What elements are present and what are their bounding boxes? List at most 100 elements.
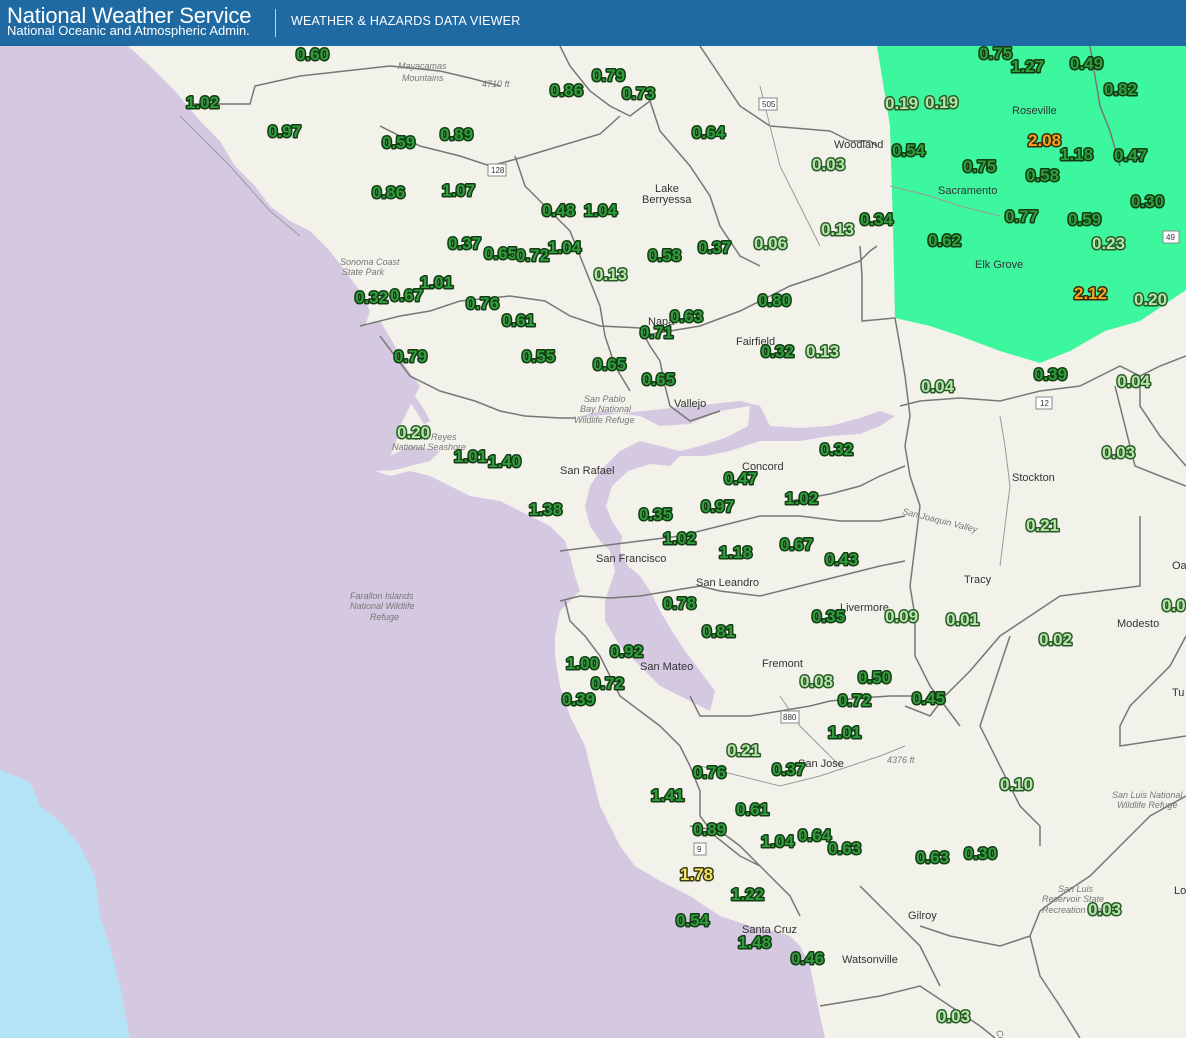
precip-value[interactable]: 0.49 bbox=[1069, 53, 1105, 75]
precip-value[interactable]: 0.79 bbox=[591, 65, 627, 87]
precip-value[interactable]: 0.72 bbox=[590, 673, 626, 695]
precip-value[interactable]: 1.78 bbox=[679, 864, 715, 886]
precip-value[interactable]: 1.01 bbox=[453, 446, 489, 468]
precip-value[interactable]: 0.43 bbox=[824, 549, 860, 571]
precip-value[interactable]: 0.10 bbox=[999, 774, 1035, 796]
precip-value[interactable]: 0.82 bbox=[1103, 79, 1139, 101]
precip-value[interactable]: 0.72 bbox=[837, 690, 873, 712]
precip-value[interactable]: 0.63 bbox=[915, 847, 951, 869]
precip-value[interactable]: 0.09 bbox=[884, 606, 920, 628]
precip-value[interactable]: 0.03 bbox=[811, 154, 847, 176]
precip-value[interactable]: 1.04 bbox=[760, 831, 797, 853]
precip-value[interactable]: 0.30 bbox=[963, 843, 999, 865]
precip-value[interactable]: 0.0 bbox=[1161, 595, 1186, 617]
precip-value[interactable]: 0.86 bbox=[371, 182, 407, 204]
precip-value[interactable]: 0.61 bbox=[735, 799, 771, 821]
precip-value[interactable]: 0.63 bbox=[669, 306, 705, 328]
precip-value[interactable]: 0.35 bbox=[638, 504, 674, 526]
precip-value[interactable]: 0.79 bbox=[393, 346, 429, 368]
precip-value[interactable]: 0.37 bbox=[771, 759, 807, 781]
precip-value[interactable]: 0.21 bbox=[1025, 515, 1061, 537]
precip-value[interactable]: 0.54 bbox=[675, 910, 712, 932]
precip-value[interactable]: 1.04 bbox=[547, 237, 584, 259]
precip-value[interactable]: 0.60 bbox=[295, 46, 331, 66]
precip-value[interactable]: 0.61 bbox=[501, 310, 537, 332]
precip-value[interactable]: 0.20 bbox=[396, 422, 432, 444]
precip-value[interactable]: 0.39 bbox=[561, 689, 597, 711]
precip-value[interactable]: 2.08 bbox=[1027, 130, 1063, 152]
precip-value[interactable]: 0.39 bbox=[1033, 364, 1069, 386]
precip-value[interactable]: 0.34 bbox=[859, 209, 896, 231]
precip-value[interactable]: 0.19 bbox=[884, 93, 920, 115]
precip-value[interactable]: 1.41 bbox=[650, 785, 686, 807]
precip-value[interactable]: 0.04 bbox=[1116, 371, 1153, 393]
precip-value[interactable]: 0.32 bbox=[819, 439, 855, 461]
precip-value[interactable]: 0.89 bbox=[439, 124, 475, 146]
precip-value[interactable]: 0.54 bbox=[891, 140, 928, 162]
precip-value[interactable]: 0.32 bbox=[354, 287, 390, 309]
precip-value[interactable]: 0.13 bbox=[805, 341, 841, 363]
precip-value[interactable]: 0.06 bbox=[753, 233, 789, 255]
precip-value[interactable]: 0.04 bbox=[920, 376, 957, 398]
precip-value[interactable]: 0.67 bbox=[779, 534, 815, 556]
precip-value[interactable]: 0.58 bbox=[647, 245, 683, 267]
precip-value[interactable]: 0.03 bbox=[936, 1006, 972, 1028]
precip-value[interactable]: 1.02 bbox=[662, 528, 698, 550]
precip-value[interactable]: 0.77 bbox=[1004, 206, 1040, 228]
precip-value[interactable]: 0.97 bbox=[700, 496, 736, 518]
precip-value[interactable]: 0.78 bbox=[662, 593, 698, 615]
precip-value[interactable]: 0.86 bbox=[549, 80, 585, 102]
precip-value[interactable]: 0.67 bbox=[389, 285, 425, 307]
precip-value[interactable]: 0.64 bbox=[797, 825, 834, 847]
precip-value[interactable]: 0.62 bbox=[927, 230, 963, 252]
precip-value[interactable]: 0.80 bbox=[757, 290, 793, 312]
precip-value[interactable]: 0.45 bbox=[911, 688, 947, 710]
precip-value[interactable]: 1.00 bbox=[565, 653, 601, 675]
precip-value[interactable]: 0.03 bbox=[1101, 442, 1137, 464]
precip-value[interactable]: 0.97 bbox=[267, 121, 303, 143]
precip-value[interactable]: 0.64 bbox=[691, 122, 728, 144]
precip-value[interactable]: 0.08 bbox=[799, 671, 835, 693]
precip-value[interactable]: 0.75 bbox=[978, 46, 1014, 65]
precip-value[interactable]: 1.01 bbox=[827, 722, 863, 744]
precip-value[interactable]: 0.23 bbox=[1091, 233, 1127, 255]
precip-value[interactable]: 0.63 bbox=[827, 838, 863, 860]
precip-value[interactable]: 1.48 bbox=[737, 932, 773, 954]
precip-value[interactable]: 1.22 bbox=[730, 884, 766, 906]
precip-value[interactable]: 0.19 bbox=[924, 92, 960, 114]
precip-value[interactable]: 0.65 bbox=[483, 243, 519, 265]
precip-value[interactable]: 0.72 bbox=[515, 245, 551, 267]
precip-value[interactable]: 0.58 bbox=[1025, 165, 1061, 187]
precip-value[interactable]: 0.21 bbox=[726, 740, 762, 762]
precip-value[interactable]: 0.02 bbox=[1038, 629, 1074, 651]
precip-value[interactable]: 2.12 bbox=[1073, 283, 1109, 305]
precip-value[interactable]: 0.30 bbox=[1130, 191, 1166, 213]
precip-value[interactable]: 0.47 bbox=[723, 468, 759, 490]
precip-value[interactable]: 1.01 bbox=[419, 272, 455, 294]
map-canvas[interactable]: Mayacamas Mountains 4710 ft Woodland Ros… bbox=[0, 46, 1186, 1038]
precip-value[interactable]: 0.89 bbox=[692, 819, 728, 841]
precip-value[interactable]: 0.13 bbox=[593, 264, 629, 286]
precip-value[interactable]: 0.47 bbox=[1113, 145, 1149, 167]
precip-value[interactable]: 0.46 bbox=[790, 948, 826, 970]
precip-value[interactable]: 1.18 bbox=[718, 542, 754, 564]
precip-value[interactable]: 0.20 bbox=[1133, 289, 1169, 311]
precip-value[interactable]: 0.59 bbox=[381, 132, 417, 154]
precip-value[interactable]: 0.13 bbox=[820, 219, 856, 241]
precip-value[interactable]: 0.81 bbox=[701, 621, 737, 643]
precip-value[interactable]: 0.92 bbox=[609, 641, 645, 663]
precip-value[interactable]: 0.32 bbox=[760, 341, 796, 363]
precip-value[interactable]: 1.07 bbox=[441, 180, 477, 202]
precip-value[interactable]: 1.38 bbox=[528, 499, 564, 521]
precip-value[interactable]: 0.48 bbox=[541, 200, 577, 222]
precip-value[interactable]: 0.03 bbox=[1087, 899, 1123, 921]
precip-value[interactable]: 0.75 bbox=[962, 156, 998, 178]
precip-value[interactable]: 0.37 bbox=[697, 237, 733, 259]
precip-value[interactable]: 1.40 bbox=[487, 451, 523, 473]
precip-value[interactable]: 0.59 bbox=[1067, 209, 1103, 231]
precip-value[interactable]: 1.02 bbox=[185, 92, 221, 114]
precip-value[interactable]: 0.65 bbox=[592, 354, 628, 376]
precip-value[interactable]: 0.35 bbox=[811, 606, 847, 628]
precip-value[interactable]: 1.27 bbox=[1010, 56, 1046, 78]
precip-value[interactable]: 1.04 bbox=[583, 200, 620, 222]
